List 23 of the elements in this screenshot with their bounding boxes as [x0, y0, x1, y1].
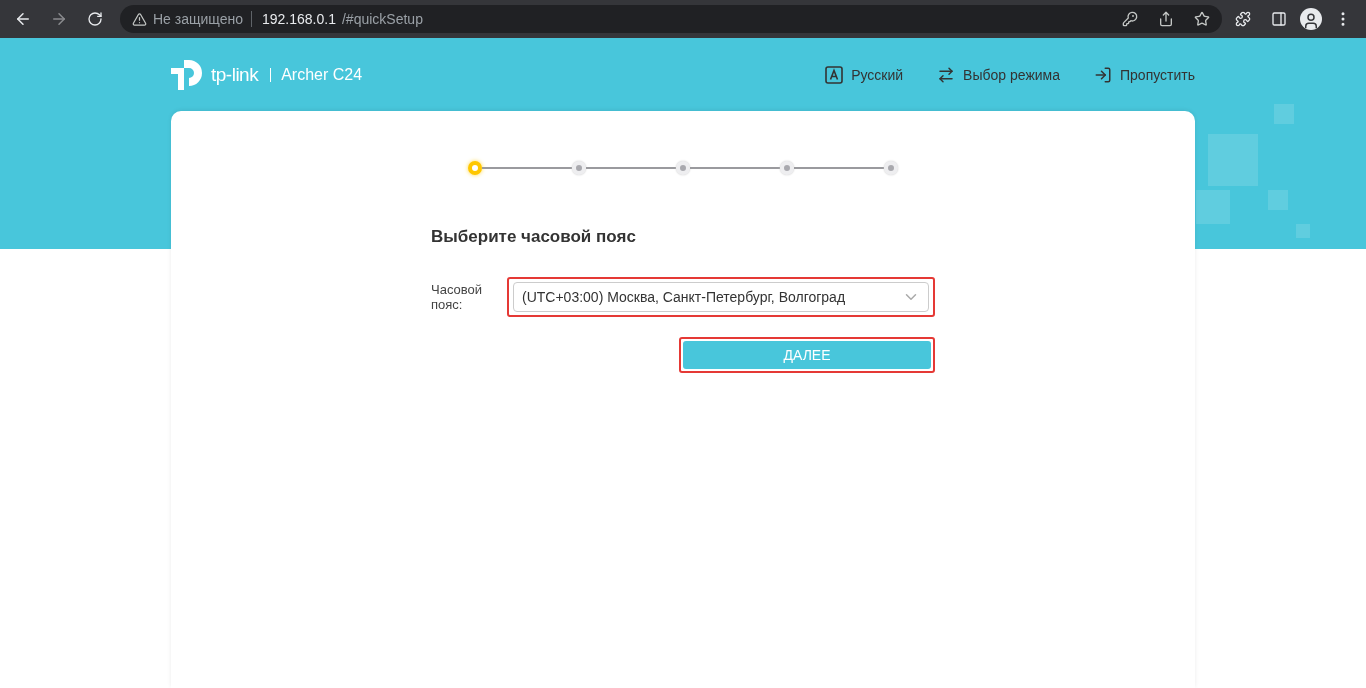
forward-arrow-icon	[50, 10, 68, 28]
logo-icon	[171, 57, 205, 92]
reload-icon	[87, 11, 103, 27]
url-host: 192.168.0.1	[262, 11, 336, 27]
header-link[interactable]: Русский	[825, 65, 904, 84]
swap-arrows-icon	[937, 65, 956, 84]
timezone-select[interactable]: (UTC+03:00) Москва, Санкт-Петербург, Волгоград	[513, 282, 929, 312]
key-icon[interactable]	[1122, 11, 1138, 27]
warning-icon	[132, 11, 147, 27]
header-link[interactable]: Пропустить	[1094, 65, 1195, 84]
exit-icon	[1094, 65, 1112, 84]
form-title: Выберите часовой пояс	[431, 227, 637, 247]
profile-avatar[interactable]	[1300, 8, 1322, 30]
brand-name: tp-link	[211, 63, 259, 86]
model-name: Archer C24	[270, 67, 363, 82]
letter-a-icon	[825, 65, 844, 84]
header-link[interactable]: Выбор режима	[937, 65, 1060, 84]
url-path: /#quickSetup	[341, 11, 423, 27]
share-icon[interactable]	[1158, 11, 1174, 27]
address-bar[interactable]: Не защищено 192.168.0.1 /#quickSetup	[120, 5, 1222, 33]
field-label: Часовой пояс:	[431, 282, 484, 312]
security-status: Не защищено	[153, 11, 252, 27]
star-icon[interactable]	[1194, 11, 1210, 27]
